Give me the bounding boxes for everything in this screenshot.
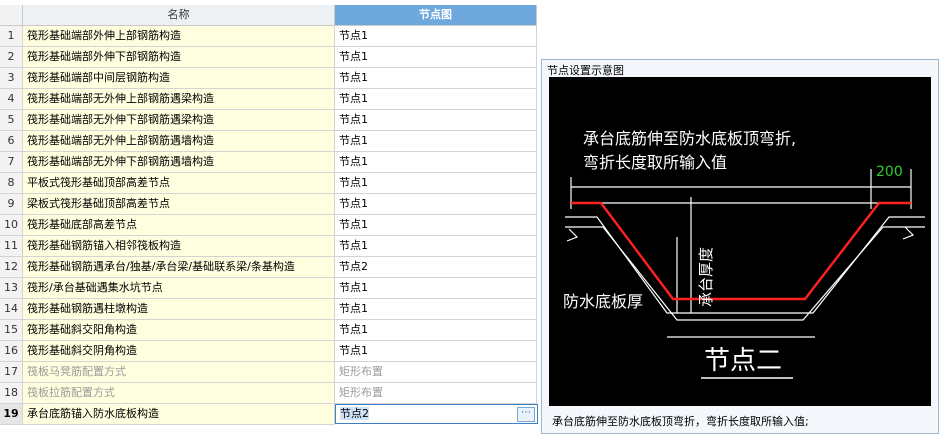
- setting-name[interactable]: 梁板式筏形基础顶部高差节点: [23, 194, 335, 215]
- row-number: 6: [0, 131, 23, 152]
- table-row[interactable]: 12 筏形基础钢筋遇承台/独基/承台梁/基础联系梁/条基构造 节点2: [0, 257, 537, 278]
- table-row[interactable]: 2 筏形基础端部外伸下部钢筋构造 节点1: [0, 47, 537, 68]
- header-name[interactable]: 名称: [23, 5, 335, 26]
- row-number: 3: [0, 68, 23, 89]
- table-row[interactable]: 8 平板式筏形基础顶部高差节点 节点1: [0, 173, 537, 194]
- row-number: 11: [0, 236, 23, 257]
- row-number: 4: [0, 89, 23, 110]
- setting-name[interactable]: 承台底筋锚入防水底板构造: [23, 404, 335, 425]
- node-value[interactable]: 节点2: [340, 407, 369, 420]
- setting-name[interactable]: 筏形基础钢筋遇柱墩构造: [23, 299, 335, 320]
- node-value[interactable]: 矩形布置: [335, 362, 537, 383]
- table-row[interactable]: 14 筏形基础钢筋遇柱墩构造 节点1: [0, 299, 537, 320]
- header-row-number: [0, 5, 23, 26]
- node-title: 节点二: [704, 346, 782, 376]
- row-number: 8: [0, 173, 23, 194]
- node-value[interactable]: 节点1: [335, 320, 537, 341]
- row-number: 10: [0, 215, 23, 236]
- setting-name[interactable]: 筏形基础斜交阴角构造: [23, 341, 335, 362]
- node-diagram: 承台底筋伸至防水底板顶弯折, 弯折长度取所输入值 200 防水底板厚 承台厚度 …: [549, 77, 931, 406]
- node-value[interactable]: 节点1: [335, 194, 537, 215]
- node-value[interactable]: 矩形布置: [335, 383, 537, 404]
- table-row[interactable]: 9 梁板式筏形基础顶部高差节点 节点1: [0, 194, 537, 215]
- outline-lines: [565, 169, 925, 338]
- setting-name[interactable]: 筏形基础端部无外伸下部钢筋遇墙构造: [23, 152, 335, 173]
- node-value[interactable]: 节点1: [335, 26, 537, 47]
- table-row[interactable]: 6 筏形基础端部无外伸上部钢筋遇墙构造 节点1: [0, 131, 537, 152]
- setting-name[interactable]: 筏形基础端部外伸上部钢筋构造: [23, 26, 335, 47]
- header-node[interactable]: 节点图: [335, 5, 537, 26]
- setting-name[interactable]: 筏形/承台基础遇集水坑节点: [23, 278, 335, 299]
- table-row[interactable]: 19 承台底筋锚入防水底板构造 节点2 ⋯: [0, 404, 538, 425]
- setting-name[interactable]: 筏形基础端部无外伸下部钢筋遇梁构造: [23, 110, 335, 131]
- row-number: 5: [0, 110, 23, 131]
- label-thickness: 承台厚度: [697, 247, 715, 307]
- row-number: 9: [0, 194, 23, 215]
- setting-name[interactable]: 筏形基础斜交阳角构造: [23, 320, 335, 341]
- node-value[interactable]: 节点1: [335, 89, 537, 110]
- node-value[interactable]: 节点1: [335, 236, 537, 257]
- node-value[interactable]: 节点1: [335, 47, 537, 68]
- row-number: 1: [0, 26, 23, 47]
- diagram-note-2: 弯折长度取所输入值: [583, 153, 727, 172]
- panel-caption: 承台底筋伸至防水底板顶弯折，弯折长度取所输入值;: [552, 415, 809, 428]
- row-number: 2: [0, 47, 23, 68]
- diagram-note-1: 承台底筋伸至防水底板顶弯折,: [583, 129, 796, 148]
- setting-name[interactable]: 筏形基础钢筋遇承台/独基/承台梁/基础联系梁/条基构造: [23, 257, 335, 278]
- setting-name[interactable]: 筏板拉筋配置方式: [23, 383, 335, 404]
- row-number: 12: [0, 257, 23, 278]
- row-number: 19: [0, 404, 23, 425]
- table-row[interactable]: 13 筏形/承台基础遇集水坑节点 节点1: [0, 278, 537, 299]
- node-value-editor[interactable]: 节点2 ⋯: [335, 404, 538, 424]
- table-row[interactable]: 15 筏形基础斜交阳角构造 节点1: [0, 320, 537, 341]
- setting-name[interactable]: 平板式筏形基础顶部高差节点: [23, 173, 335, 194]
- diagram-svg: 承台底筋伸至防水底板顶弯折, 弯折长度取所输入值 200 防水底板厚 承台厚度 …: [563, 129, 925, 379]
- panel-title: 节点设置示意图: [547, 64, 624, 77]
- row-number: 17: [0, 362, 23, 383]
- ellipsis-button[interactable]: ⋯: [517, 407, 535, 422]
- node-value[interactable]: 节点1: [335, 299, 537, 320]
- table-row[interactable]: 16 筏形基础斜交阴角构造 节点1: [0, 341, 537, 362]
- node-value[interactable]: 节点1: [335, 278, 537, 299]
- node-value[interactable]: 节点1: [335, 173, 537, 194]
- node-value[interactable]: 节点1: [335, 131, 537, 152]
- table-row[interactable]: 18 筏板拉筋配置方式 矩形布置: [0, 383, 537, 404]
- table-row[interactable]: 1 筏形基础端部外伸上部钢筋构造 节点1: [0, 26, 537, 47]
- node-value[interactable]: 节点1: [335, 110, 537, 131]
- setting-name[interactable]: 筏形基础底部高差节点: [23, 215, 335, 236]
- row-number: 18: [0, 383, 23, 404]
- table-row[interactable]: 7 筏形基础端部无外伸下部钢筋遇墙构造 节点1: [0, 152, 537, 173]
- node-preview-panel: 节点设置示意图 承台底筋伸至防水底板顶弯折, 弯折长度取所输入值 200 防水底…: [541, 59, 939, 434]
- setting-name[interactable]: 筏形基础端部中间层钢筋构造: [23, 68, 335, 89]
- node-value[interactable]: 节点1: [335, 68, 537, 89]
- row-number: 15: [0, 320, 23, 341]
- table-row[interactable]: 10 筏形基础底部高差节点 节点1: [0, 215, 537, 236]
- row-number: 7: [0, 152, 23, 173]
- label-waterproof: 防水底板厚: [563, 292, 643, 311]
- setting-name[interactable]: 筏形基础钢筋锚入相邻筏板构造: [23, 236, 335, 257]
- table-row[interactable]: 17 筏板马凳筋配置方式 矩形布置: [0, 362, 537, 383]
- table-row[interactable]: 4 筏形基础端部无外伸上部钢筋遇梁构造 节点1: [0, 89, 537, 110]
- setting-name[interactable]: 筏形基础端部外伸下部钢筋构造: [23, 47, 335, 68]
- setting-name[interactable]: 筏板马凳筋配置方式: [23, 362, 335, 383]
- grid-header: 名称 节点图: [0, 5, 537, 26]
- setting-name[interactable]: 筏形基础端部无外伸上部钢筋遇墙构造: [23, 131, 335, 152]
- table-row[interactable]: 11 筏形基础钢筋锚入相邻筏板构造 节点1: [0, 236, 537, 257]
- node-value[interactable]: 节点2: [335, 257, 537, 278]
- row-number: 13: [0, 278, 23, 299]
- node-value[interactable]: 节点1: [335, 215, 537, 236]
- node-value[interactable]: 节点1: [335, 341, 537, 362]
- row-number: 16: [0, 341, 23, 362]
- dimension-value: 200: [876, 164, 903, 180]
- table-row[interactable]: 5 筏形基础端部无外伸下部钢筋遇梁构造 节点1: [0, 110, 537, 131]
- table-row[interactable]: 3 筏形基础端部中间层钢筋构造 节点1: [0, 68, 537, 89]
- node-value[interactable]: 节点1: [335, 152, 537, 173]
- row-number: 14: [0, 299, 23, 320]
- setting-name[interactable]: 筏形基础端部无外伸上部钢筋遇梁构造: [23, 89, 335, 110]
